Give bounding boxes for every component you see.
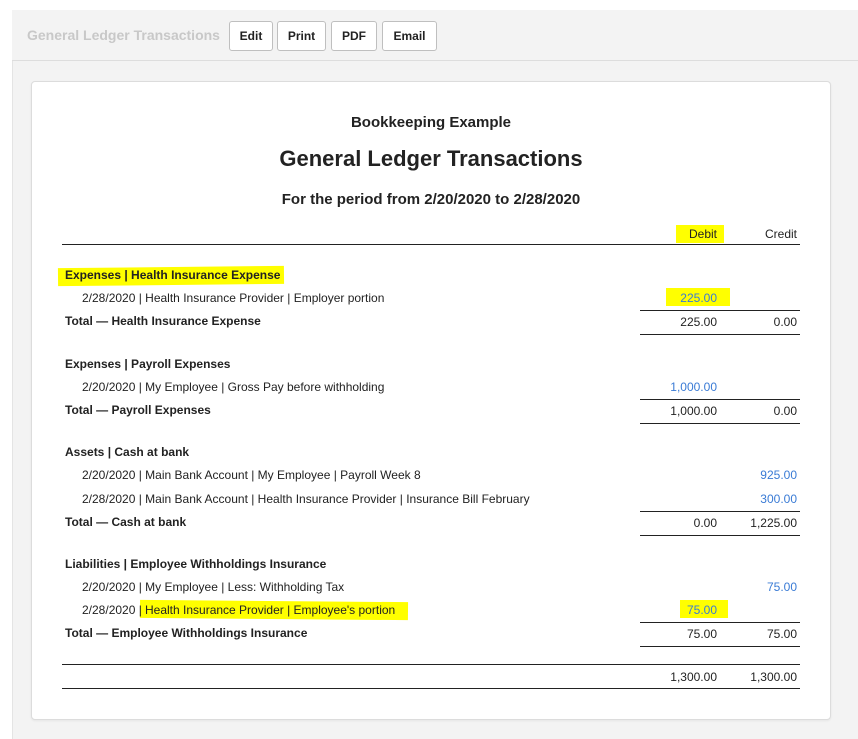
total-debit: 225.00 [680, 315, 717, 329]
transaction-credit[interactable]: 925.00 [720, 468, 797, 482]
total-credit: 0.00 [773, 315, 797, 329]
transaction-description: 2/28/2020 | Main Bank Account | Health I… [82, 492, 530, 506]
transaction-description: 2/20/2020 | My Employee | Gross Pay befo… [82, 380, 385, 394]
total-debit: 1,000.00 [670, 404, 717, 418]
total-label: Total — Health Insurance Expense [65, 314, 261, 328]
total-rule [640, 423, 800, 424]
group-heading: Assets | Cash at bank [65, 445, 190, 459]
subtotal-rule [640, 310, 800, 311]
total-credit: 1,225.00 [750, 516, 797, 530]
transaction-debit[interactable]: 225.00 [640, 291, 717, 305]
report-period: For the period from 2/20/2020 to 2/28/20… [281, 191, 581, 208]
email-button[interactable]: Email [382, 21, 437, 51]
grand-total-debit: 1,300.00 [670, 670, 717, 684]
company-name: Bookkeeping Example [350, 114, 512, 131]
transaction-debit[interactable]: 75.00 [640, 603, 717, 617]
grand-total-rule-bottom [62, 688, 800, 689]
group-heading: Expenses | Payroll Expenses [65, 357, 231, 371]
print-button[interactable]: Print [277, 21, 326, 51]
column-header-debit: Debit [688, 227, 717, 241]
grand-total-rule-top [62, 664, 800, 665]
group-heading: Expenses | Health Insurance Expense [65, 268, 281, 282]
subtotal-rule [640, 622, 800, 623]
group-heading: Liabilities | Employee Withholdings Insu… [65, 557, 327, 571]
total-credit: 0.00 [773, 404, 797, 418]
transaction-description: 2/20/2020 | My Employee | Less: Withhold… [82, 580, 345, 594]
transaction-description: 2/28/2020 | Health Insurance Provider | … [82, 291, 385, 305]
total-debit: 0.00 [693, 516, 717, 530]
toolbar-title: General Ledger Transactions [27, 27, 220, 43]
total-rule [640, 334, 800, 335]
transaction-description: 2/20/2020 | Main Bank Account | My Emplo… [82, 468, 421, 482]
header-rule [62, 244, 800, 245]
column-header-credit: Credit [764, 227, 797, 241]
total-credit: 75.00 [766, 627, 797, 641]
total-label: Total — Cash at bank [65, 515, 187, 529]
grand-total-credit: 1,300.00 [750, 670, 797, 684]
report-card [31, 81, 831, 720]
subtotal-rule [640, 399, 800, 400]
pdf-button[interactable]: PDF [331, 21, 377, 51]
total-label: Total — Employee Withholdings Insurance [65, 626, 308, 640]
report-title: General Ledger Transactions [279, 146, 583, 171]
total-rule [640, 535, 800, 536]
total-rule [640, 646, 800, 647]
transaction-date: 2/28/2020 | [82, 603, 142, 617]
transaction-credit[interactable]: 300.00 [720, 492, 797, 506]
subtotal-rule [640, 511, 800, 512]
transaction-credit[interactable]: 75.00 [720, 580, 797, 594]
transaction-description: Health Insurance Provider | Employee's p… [145, 603, 396, 617]
total-debit: 75.00 [686, 627, 717, 641]
edit-button[interactable]: Edit [229, 21, 273, 51]
transaction-debit[interactable]: 1,000.00 [640, 380, 717, 394]
total-label: Total — Payroll Expenses [65, 403, 211, 417]
toolbar: General Ledger Transactions Edit Print P… [12, 10, 858, 61]
